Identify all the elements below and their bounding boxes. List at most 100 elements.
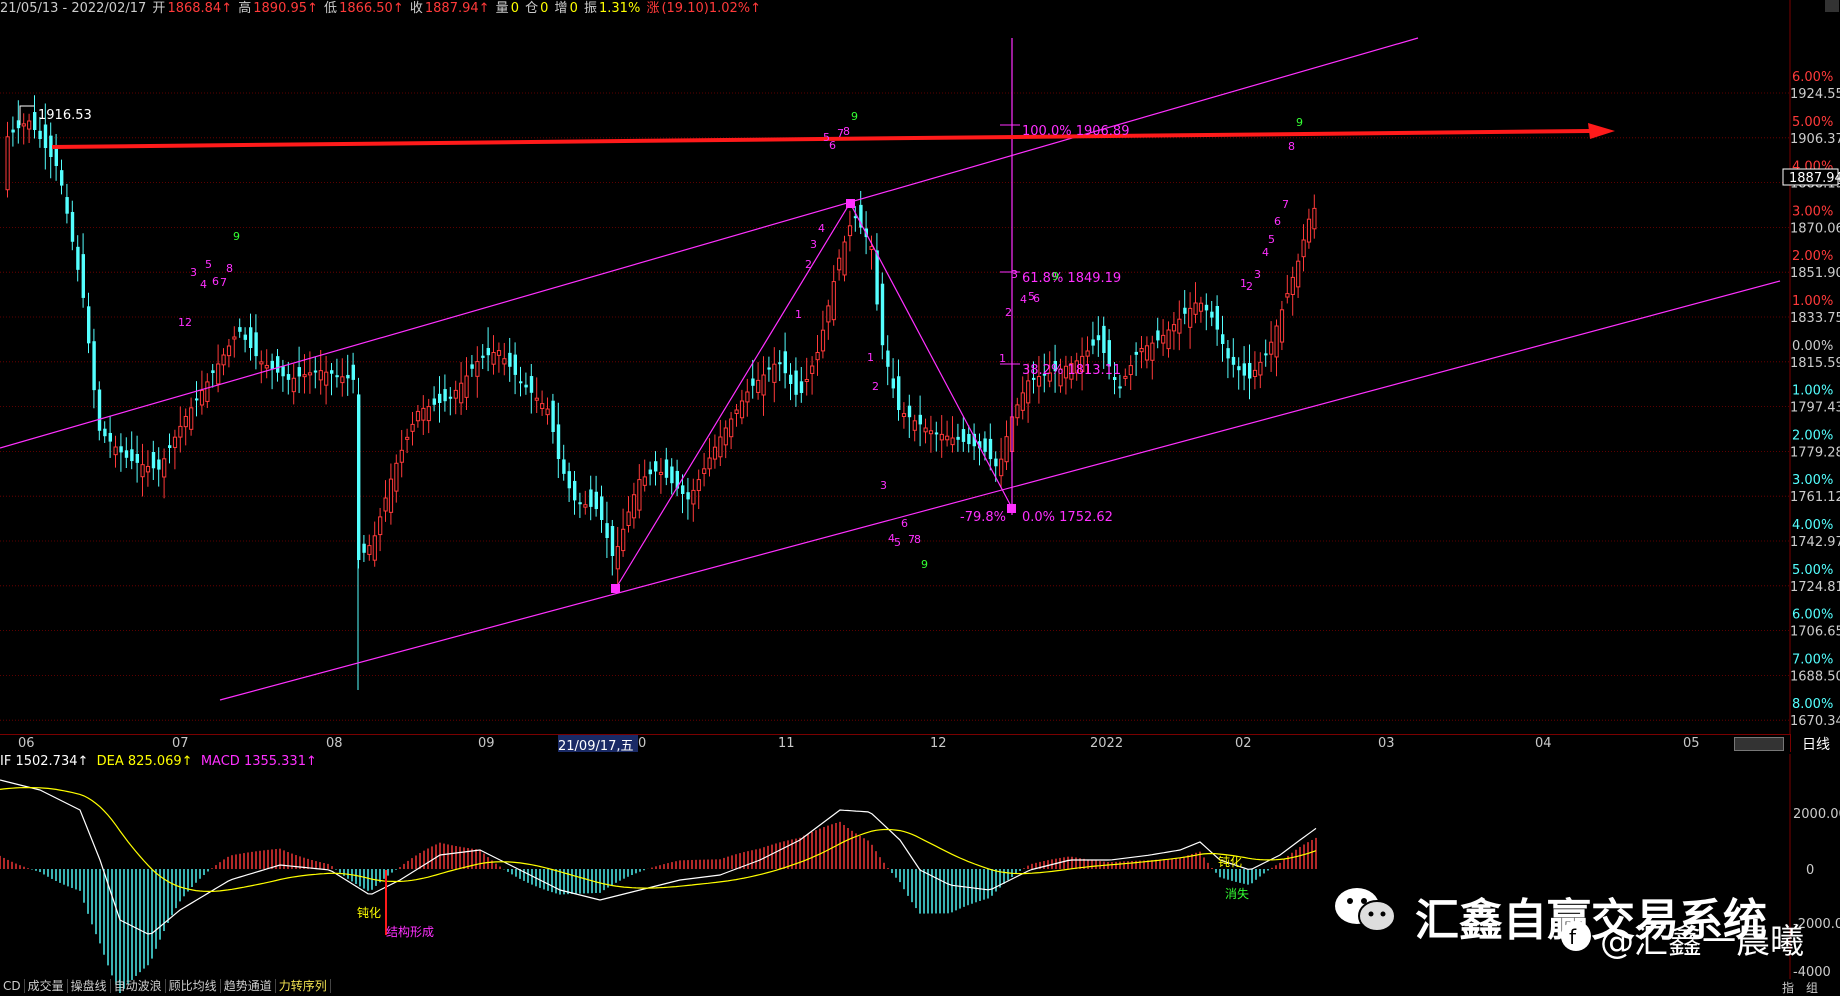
sequence-number: 4 [1262, 246, 1269, 259]
fib-382-label: 38.2% 1813.11 [1022, 363, 1121, 378]
candle-body [918, 414, 922, 425]
candle-body [837, 257, 842, 271]
watermark: 汇鑫自赢交易系统 f @汇鑫一晨曦 [1325, 880, 1835, 962]
weibo-icon: f [1561, 921, 1591, 951]
date-label-11: 11 [778, 736, 795, 751]
wave-point-low[interactable] [611, 584, 620, 593]
percent-tick: 8.00% [1792, 697, 1833, 712]
candle-body [183, 415, 188, 428]
sequence-number: 1 [867, 351, 874, 364]
tab-zhi[interactable]: 指 [1782, 979, 1794, 996]
candle-body [470, 364, 474, 369]
candle-body [772, 363, 777, 383]
tab-gmma[interactable]: 顾比均线 [166, 979, 221, 993]
sequence-number: 7 [1282, 198, 1289, 211]
svg-text:f: f [1569, 925, 1577, 949]
candle-body [934, 432, 939, 435]
sequence-number: 5 [894, 536, 901, 549]
candle-body [1156, 330, 1160, 341]
resistance-arrow-line[interactable] [51, 129, 1591, 149]
period-label[interactable]: 日线 [1790, 734, 1840, 753]
candle-body [33, 112, 37, 130]
candle-body [243, 334, 247, 340]
candle-body [605, 523, 609, 538]
tab-auto-wave[interactable]: 自动波浪 [111, 979, 166, 993]
chart-scroll-knob[interactable] [1734, 737, 1784, 751]
sequence-number: 8 [226, 262, 233, 275]
tab-cd[interactable]: CD [0, 979, 25, 993]
candle-body [734, 409, 739, 415]
fib-neg-label: -79.8% [960, 510, 1006, 525]
candle-body [610, 526, 615, 556]
sequence-number: 3 [190, 266, 197, 279]
sequence-number: 5 [205, 258, 212, 271]
date-label-06: 06 [18, 736, 35, 751]
candle-body [1188, 307, 1193, 328]
candle-body [1118, 386, 1122, 389]
candle-body [826, 305, 831, 323]
candle-body [648, 469, 652, 475]
candle-body [426, 406, 431, 422]
dif-label: IF [0, 754, 12, 769]
candle-body [508, 352, 512, 367]
candle-body [664, 459, 669, 478]
candle-body [1301, 239, 1306, 258]
tab-zu[interactable]: 组 [1806, 979, 1818, 996]
candle-body [162, 458, 167, 478]
price-grid [0, 92, 1790, 721]
tab-volume[interactable]: 成交量 [25, 979, 68, 993]
candle-body [318, 370, 323, 381]
tab-reversal-sequence[interactable]: 力转序列 [276, 979, 331, 993]
candle-body [221, 354, 226, 366]
dea-label: DEA [96, 754, 124, 769]
sequence-numbers: 3456 781299 999567 81 234567812341234 567 8123… [178, 110, 1303, 571]
sequence-number: 9 [1052, 270, 1059, 283]
percent-tick: 0.00% [1792, 339, 1833, 354]
axis-scroll-top[interactable] [1825, 0, 1839, 12]
candle-body [5, 136, 10, 191]
percent-tick: 1.00% [1792, 384, 1833, 399]
candle-body [486, 347, 490, 356]
wave-point-high[interactable] [846, 199, 855, 208]
date-label-05: 05 [1683, 736, 1700, 751]
sequence-number: 8 [914, 533, 921, 546]
candle-body [847, 225, 853, 237]
wave-path[interactable] [615, 201, 1013, 589]
price-tick: 1924.55 [1790, 87, 1840, 102]
candle-body [346, 374, 350, 379]
candle-body [394, 462, 399, 492]
candle-body [264, 364, 269, 369]
candle-body [901, 413, 907, 418]
candle-body [464, 375, 469, 398]
candle-body [27, 120, 32, 130]
tab-trade-line[interactable]: 操盘线 [68, 979, 111, 993]
channel-lower-line[interactable] [219, 280, 1781, 701]
candle-body [600, 496, 604, 520]
candle-body [804, 379, 809, 382]
candle-body [324, 371, 329, 386]
candle-body [1231, 356, 1236, 365]
sequence-number: 8 [1288, 140, 1295, 153]
candle-body [1198, 302, 1204, 312]
candle-body [388, 478, 394, 513]
price-chart[interactable]: 1916.53 100.0% 1906.89 61.8% 1849.19 38.… [0, 0, 1840, 734]
candle-body [189, 407, 194, 430]
candle-body [415, 410, 421, 422]
percent-tick: 4.00% [1792, 518, 1833, 533]
watermark-sub: @汇鑫一晨曦 [1600, 922, 1804, 962]
channel-upper-line[interactable] [0, 37, 1419, 449]
candle-body [421, 407, 426, 421]
percent-tick: 6.00% [1792, 70, 1833, 85]
candle-body [696, 479, 701, 492]
candle-body [1085, 350, 1090, 357]
tab-trend-channel[interactable]: 趋势通道 [221, 979, 276, 993]
candle-body [712, 446, 718, 460]
price-tick: 1906.37 [1790, 132, 1840, 147]
candle-body [631, 494, 637, 519]
candle-body [1285, 293, 1290, 298]
candle-body [794, 370, 798, 395]
candle-body [820, 329, 826, 352]
dea-value: 825.069↑ [127, 754, 193, 769]
candle-body [1248, 362, 1252, 379]
date-label-04: 04 [1535, 736, 1552, 751]
